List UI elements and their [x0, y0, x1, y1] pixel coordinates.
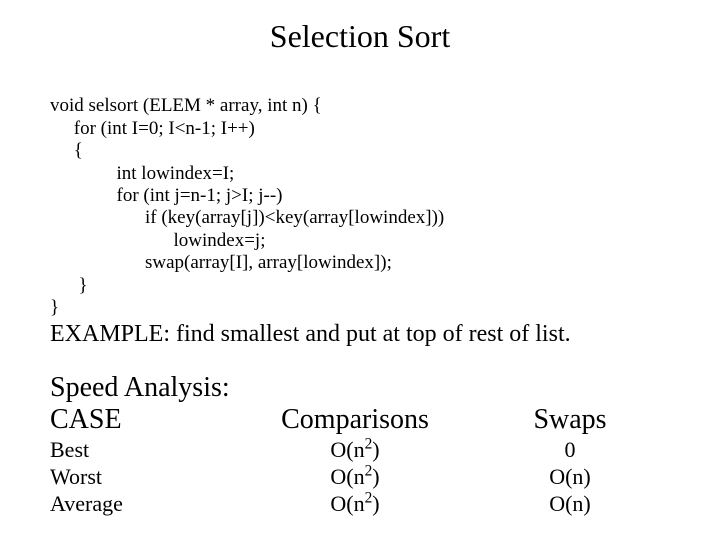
code-line: for (int I=0; I<n-1; I++)	[50, 118, 255, 139]
cell-comparisons: O(n2)	[225, 437, 485, 464]
code-line: }	[50, 275, 88, 296]
cell-case: Best	[50, 437, 225, 464]
code-line: lowindex=j;	[50, 230, 266, 251]
col-header-case: CASE	[50, 404, 225, 435]
cell-swaps: 0	[485, 437, 655, 464]
table-row: Worst O(n2) O(n)	[50, 464, 670, 491]
code-block: void selsort (ELEM * array, int n) { for…	[50, 73, 670, 319]
code-line: }	[50, 297, 59, 318]
code-line: {	[50, 140, 83, 161]
code-line: int lowindex=I;	[50, 163, 234, 184]
col-header-swaps: Swaps	[485, 404, 655, 435]
analysis-heading: Speed Analysis: CASE Comparisons Swaps	[50, 372, 670, 435]
analysis-table: Best O(n2) 0 Worst O(n2) O(n) Average O(…	[50, 437, 670, 517]
speed-analysis-label: Speed Analysis:	[50, 372, 670, 403]
table-row: Average O(n2) O(n)	[50, 491, 670, 518]
code-line: swap(array[I], array[lowindex]);	[50, 252, 392, 273]
table-row: Best O(n2) 0	[50, 437, 670, 464]
cell-case: Average	[50, 491, 225, 518]
code-line: if (key(array[j])<key(array[lowindex]))	[50, 207, 444, 228]
analysis-header-row: CASE Comparisons Swaps	[50, 404, 670, 435]
cell-case: Worst	[50, 464, 225, 491]
code-line: for (int j=n-1; j>I; j--)	[50, 185, 283, 206]
page-title: Selection Sort	[50, 18, 670, 55]
cell-swaps: O(n)	[485, 491, 655, 518]
code-line: void selsort (ELEM * array, int n) {	[50, 95, 322, 116]
example-text: EXAMPLE: find smallest and put at top of…	[50, 321, 670, 348]
cell-comparisons: O(n2)	[225, 491, 485, 518]
cell-comparisons: O(n2)	[225, 464, 485, 491]
cell-swaps: O(n)	[485, 464, 655, 491]
col-header-comparisons: Comparisons	[225, 404, 485, 435]
